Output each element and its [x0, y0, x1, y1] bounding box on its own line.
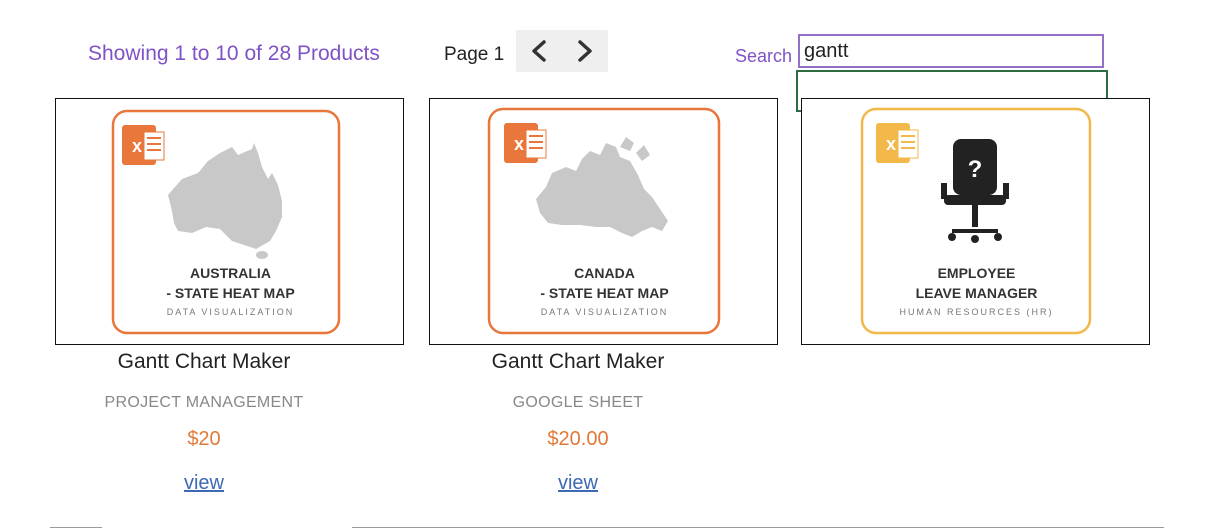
product-view-link[interactable]: view — [428, 472, 728, 495]
search-input[interactable] — [798, 34, 1104, 68]
chevron-right-icon — [578, 40, 592, 62]
thumbnail-title-line1: CANADA — [574, 265, 635, 281]
thumbnail-title-line1: AUSTRALIA — [190, 265, 271, 281]
svg-text:x: x — [886, 134, 896, 154]
divider — [352, 527, 1164, 528]
svg-text:x: x — [514, 134, 524, 154]
divider — [50, 527, 102, 528]
previous-page-button[interactable] — [516, 30, 562, 72]
product-title[interactable]: Gantt Chart Maker — [428, 350, 728, 374]
product-view-link[interactable]: view — [54, 472, 354, 495]
product-title[interactable]: Gantt Chart Maker — [54, 350, 354, 374]
thumbnail-title-line2: - STATE HEAT MAP — [540, 285, 669, 301]
thumbnail-category: DATA VISUALIZATION — [540, 307, 669, 317]
thumbnail-title-line2: LEAVE MANAGER — [915, 285, 1038, 301]
thumbnail-category: DATA VISUALIZATION — [166, 307, 295, 317]
search-label: Search — [735, 46, 793, 66]
thumbnail-title-line1: EMPLOYEE — [937, 265, 1016, 281]
toolbar: Showing 1 to 10 of 28 Products Page 1 Se… — [0, 0, 1224, 112]
product-card-australia[interactable]: x AUSTRALIA - STATE HEAT MAP DATA VISUAL… — [55, 98, 404, 345]
product-category: GOOGLE SHEET — [512, 394, 644, 411]
product-price: $20.00 — [547, 428, 609, 450]
chevron-left-icon — [532, 40, 546, 62]
page-label: Page 1 — [444, 44, 505, 65]
next-page-button[interactable] — [562, 30, 608, 72]
product-card-canada[interactable]: x CANADA - STATE HEAT MAP DATA VISUALIZA… — [429, 98, 778, 345]
thumbnail-title-line2: - STATE HEAT MAP — [166, 285, 295, 301]
svg-text:?: ? — [968, 156, 983, 183]
showing-count-text: Showing 1 to 10 of 28 Products — [88, 42, 380, 65]
product-category: PROJECT MANAGEMENT — [104, 394, 304, 411]
product-price: $20 — [187, 428, 221, 450]
pagination-nav — [516, 30, 608, 72]
thumbnail-category: HUMAN RESOURCES (HR) — [899, 307, 1054, 317]
product-card-employee-leave[interactable]: x ? EMPLOYEE LEAVE MANAGER HUMAN RESOURC… — [801, 98, 1150, 345]
svg-text:x: x — [132, 136, 142, 156]
